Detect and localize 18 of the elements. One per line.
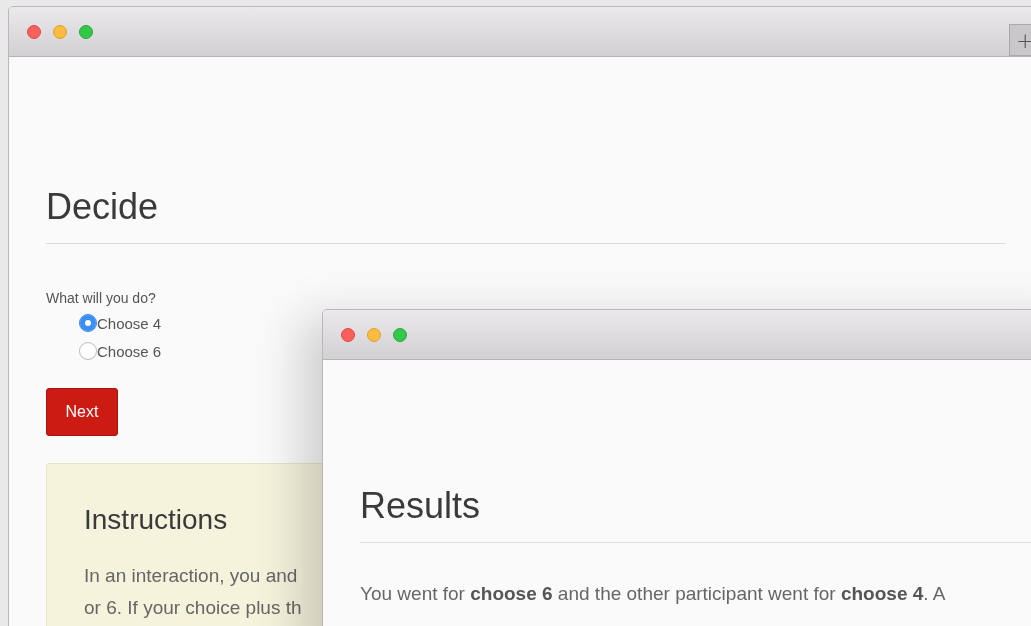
minimize-button[interactable] xyxy=(53,24,67,39)
next-button[interactable]: Next xyxy=(46,388,118,437)
instructions-title: Instructions xyxy=(84,504,228,537)
option-label[interactable]: Choose 4 xyxy=(97,314,162,332)
close-button[interactable] xyxy=(341,327,355,342)
page-heading: Results xyxy=(360,484,482,528)
instructions-text: In an interaction, you and xyxy=(84,564,298,589)
option-label[interactable]: Choose 6 xyxy=(97,342,162,360)
radio-button[interactable] xyxy=(79,342,97,361)
zoom-button[interactable] xyxy=(79,24,93,39)
page-heading: Decide xyxy=(46,185,160,229)
close-button[interactable] xyxy=(27,24,41,39)
radio-button[interactable] xyxy=(79,314,97,333)
question-label: What will you do? xyxy=(46,290,157,307)
minimize-button[interactable] xyxy=(367,327,381,342)
instructions-text: or 6. If your choice plus th xyxy=(84,596,302,621)
results-text: You went for choose 6 and the other participant went for choose 4. A xyxy=(360,583,946,606)
zoom-button[interactable] xyxy=(393,327,407,342)
